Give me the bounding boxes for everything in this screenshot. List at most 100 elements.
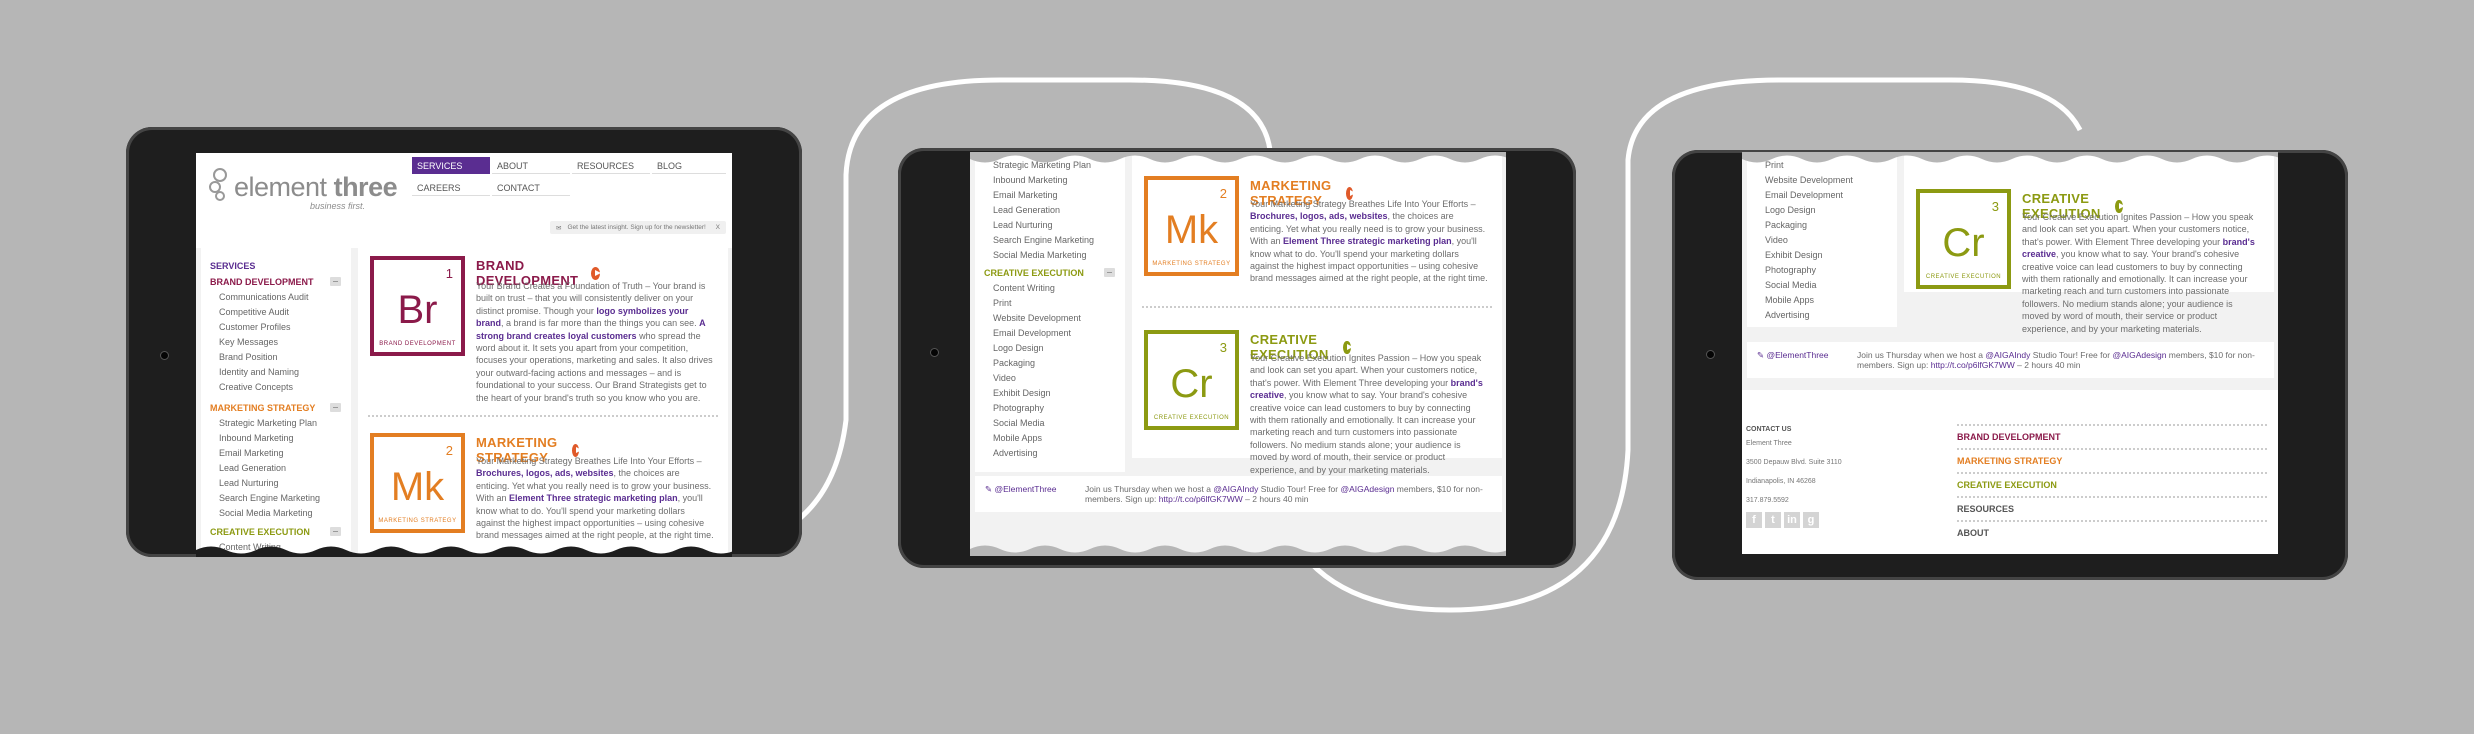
sidebar-item[interactable]: Identity and Naming [210,365,343,380]
facebook-icon[interactable]: f [1746,512,1762,528]
twitter-handle[interactable]: ✎ @ElementThree [1757,350,1857,361]
sidebar-item[interactable]: Communications Audit [210,290,343,305]
logo-bold: three [333,172,398,202]
sidebar-item[interactable]: Search Engine Marketing [984,233,1117,248]
googleplus-icon[interactable]: g [1803,512,1819,528]
tile-number: 2 [1219,186,1227,201]
footer-nav-marketing[interactable]: MARKETING STRATEGY [1957,456,2267,466]
collapse-icon[interactable] [330,527,341,536]
footer-contact: CONTACT US Element Three 3500 Depauw Blv… [1746,426,1842,528]
tile-creative[interactable]: Cr 3 CREATIVE EXECUTION [1144,330,1239,430]
sidebar-cat-creative[interactable]: CREATIVE EXECUTION [210,524,343,540]
sidebar-item[interactable]: Website Development [1756,173,1889,188]
tile-symbol: Br [397,288,438,332]
nav-services[interactable]: SERVICES [412,157,490,174]
card-body: Your Marketing Strategy Breathes Life In… [1250,199,1488,284]
sidebar-item[interactable]: Email Development [1756,188,1889,203]
sidebar-item[interactable]: Packaging [1756,218,1889,233]
sidebar-item[interactable]: Strategic Marketing Plan [210,416,343,431]
sidebar-item[interactable]: Email Marketing [984,188,1117,203]
sidebar-cat-creative[interactable]: CREATIVE EXECUTION [984,265,1117,281]
camera-dot [930,348,939,357]
divider [368,415,718,417]
collapse-icon[interactable] [330,277,341,286]
newsletter-bar[interactable]: ✉ Get the latest insight. Sign up for th… [550,221,726,234]
sidebar-item[interactable]: Logo Design [984,341,1117,356]
sidebar-item[interactable]: Creative Concepts [210,380,343,395]
sidebar-item[interactable]: Email Marketing [210,446,343,461]
sidebar-item[interactable]: Inbound Marketing [984,173,1117,188]
sidebar-cat-marketing[interactable]: MARKETING STRATEGY [210,400,343,416]
sidebar-item[interactable]: Key Messages [210,335,343,350]
sidebar-item[interactable]: Social Media Marketing [210,506,343,521]
contact-company: Element Three [1746,440,1792,447]
sidebar-item[interactable]: Video [984,371,1117,386]
card-body: Your Brand Creates a Foundation of Truth… [476,281,713,403]
sidebar-item[interactable]: Social Media [1756,278,1889,293]
social-icons: f t in g [1746,512,1842,528]
logo-wordmark[interactable]: element three [234,172,398,203]
sidebar-item[interactable]: Lead Generation [984,203,1117,218]
tile-brand[interactable]: Br 1 BRAND DEVELOPMENT [370,256,465,356]
sidebar-item[interactable]: Email Development [984,326,1117,341]
sidebar-item[interactable]: Advertising [984,446,1117,461]
twitter-handle[interactable]: ✎ @ElementThree [985,484,1085,495]
tile-symbol: Mk [1164,208,1219,252]
sidebar-item[interactable]: Inbound Marketing [210,431,343,446]
sidebar-item[interactable]: Customer Profiles [210,320,343,335]
sidebar-item[interactable]: Print [984,296,1117,311]
twitter-icon[interactable]: t [1765,512,1781,528]
tablet-3: Print Website Development Email Developm… [1672,150,2348,580]
card-body: Your Creative Execution Ignites Passion … [2022,212,2255,334]
twitter-feed: ✎ @ElementThree Join us Thursday when we… [1747,342,2274,378]
footer-nav-brand[interactable]: BRAND DEVELOPMENT [1957,432,2267,442]
sidebar-item[interactable]: Mobile Apps [1756,293,1889,308]
nav-careers[interactable]: CAREERS [412,179,490,196]
arrow-icon[interactable] [591,266,602,280]
nav-resources[interactable]: RESOURCES [572,157,650,174]
tablet-2: Strategic Marketing Plan Inbound Marketi… [898,148,1576,568]
sidebar-item[interactable]: Search Engine Marketing [210,491,343,506]
collapse-icon[interactable] [330,403,341,412]
sidebar-item[interactable]: Social Media Marketing [984,248,1117,263]
sidebar-cat-brand[interactable]: BRAND DEVELOPMENT [210,274,343,290]
sidebar-item[interactable]: Brand Position [210,350,343,365]
sidebar-item[interactable]: Social Media [984,416,1117,431]
contact-phone: 317.879.5592 [1746,497,1789,504]
footer-nav-about[interactable]: ABOUT [1957,528,2267,538]
sidebar-item[interactable]: Photography [1756,263,1889,278]
sidebar-item[interactable]: Logo Design [1756,203,1889,218]
torn-edge [970,152,1506,163]
collapse-icon[interactable] [1104,268,1115,277]
nav-contact[interactable]: CONTACT [492,179,570,196]
nav-blog[interactable]: BLOG [652,157,726,174]
contact-label: CONTACT US [1746,426,1792,433]
card-body: Your Marketing Strategy Breathes Life In… [476,456,714,541]
sidebar-item[interactable]: Exhibit Design [984,386,1117,401]
tile-marketing[interactable]: Mk 2 MARKETING STRATEGY [1144,176,1239,276]
sidebar-item[interactable]: Video [1756,233,1889,248]
sidebar-item[interactable]: Lead Nurturing [984,218,1117,233]
tile-creative[interactable]: Cr 3 CREATIVE EXECUTION [1916,189,2011,289]
tile-symbol: Cr [1170,362,1213,406]
sidebar-item[interactable]: Exhibit Design [1756,248,1889,263]
sidebar-item[interactable]: Lead Generation [210,461,343,476]
tile-label: BRAND DEVELOPMENT [379,341,456,347]
tile-marketing[interactable]: Mk 2 MARKETING STRATEGY [370,433,465,533]
mail-icon: ✉ [556,224,562,232]
footer-nav-resources[interactable]: RESOURCES [1957,504,2267,514]
nav-about[interactable]: ABOUT [492,157,570,174]
sidebar-item[interactable]: Mobile Apps [984,431,1117,446]
sidebar-item[interactable]: Photography [984,401,1117,416]
sidebar-item[interactable]: Advertising [1756,308,1889,323]
sidebar-item[interactable]: Website Development [984,311,1117,326]
screen-3: Print Website Development Email Developm… [1742,152,2278,554]
linkedin-icon[interactable]: in [1784,512,1800,528]
footer-nav-creative[interactable]: CREATIVE EXECUTION [1957,480,2267,490]
sidebar-item[interactable]: Content Writing [984,281,1117,296]
sidebar-item[interactable]: Packaging [984,356,1117,371]
close-icon[interactable]: X [716,224,720,231]
sidebar-item[interactable]: Lead Nurturing [210,476,343,491]
footer-nav: BRAND DEVELOPMENT MARKETING STRATEGY CRE… [1957,424,2267,538]
sidebar-item[interactable]: Competitive Audit [210,305,343,320]
